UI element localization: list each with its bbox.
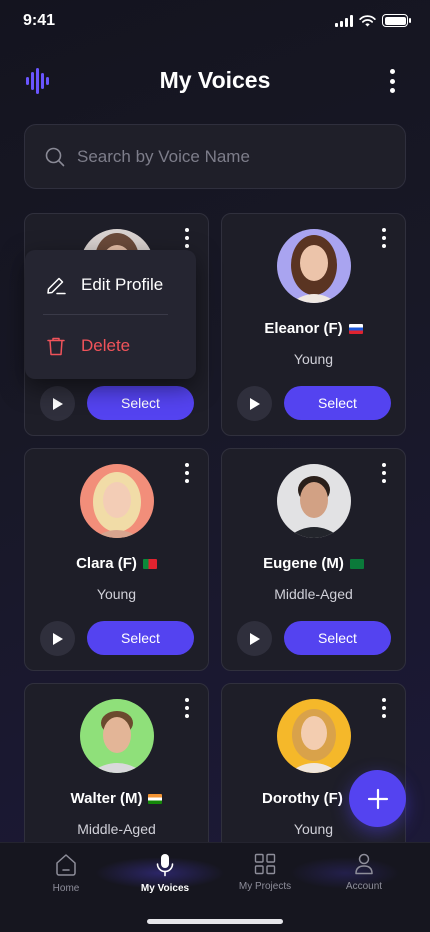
avatar (277, 699, 351, 773)
play-button[interactable] (40, 621, 75, 656)
card-context-menu: Edit Profile Delete (25, 250, 196, 379)
select-button[interactable]: Select (87, 621, 194, 655)
flag-india-icon (148, 793, 163, 804)
status-time: 9:41 (23, 12, 56, 29)
flag-portugal-icon (142, 558, 157, 569)
card-more-icon[interactable] (180, 463, 194, 483)
voice-name: Clara (F) (25, 555, 208, 572)
voice-age: Young (293, 351, 334, 367)
nav-my-projects[interactable]: My Projects (220, 853, 310, 892)
wifi-icon (359, 14, 376, 26)
menu-divider (43, 314, 168, 315)
app-header: My Voices (0, 56, 430, 104)
play-icon (249, 397, 260, 410)
plus-icon (367, 788, 388, 809)
select-button[interactable]: Select (284, 621, 391, 655)
play-button[interactable] (237, 386, 272, 421)
delete-menu-item[interactable]: Delete (25, 316, 196, 376)
grid-icon (254, 853, 276, 875)
battery-icon (382, 14, 411, 27)
status-icons (335, 14, 411, 27)
home-indicator (147, 919, 283, 924)
play-button[interactable] (40, 386, 75, 421)
play-button[interactable] (237, 621, 272, 656)
card-more-icon[interactable] (180, 228, 194, 248)
edit-profile-label: Edit Profile (81, 275, 164, 294)
avatar (277, 464, 351, 538)
card-more-icon[interactable] (377, 698, 391, 718)
nav-account[interactable]: Account (319, 853, 409, 892)
nav-home[interactable]: Home (21, 853, 111, 894)
card-more-icon[interactable] (377, 228, 391, 248)
voice-name: Eugene (M) (222, 555, 405, 572)
voice-card[interactable]: Eugene (M) Middle-Aged Select (221, 448, 406, 671)
play-icon (52, 397, 63, 410)
select-button[interactable]: Select (87, 386, 194, 420)
avatar (277, 229, 351, 303)
edit-profile-menu-item[interactable]: Edit Profile (25, 255, 196, 315)
voice-name: Eleanor (F) (222, 320, 405, 337)
voice-age: Middle-Aged (274, 586, 353, 602)
card-more-icon[interactable] (180, 698, 194, 718)
search-bar[interactable] (24, 124, 406, 189)
edit-pencil-icon (47, 277, 66, 295)
flag-saudi-arabia-icon (349, 558, 364, 569)
page-title: My Voices (159, 67, 271, 93)
voice-age: Middle-Aged (77, 821, 156, 837)
search-icon (45, 147, 65, 166)
select-button[interactable]: Select (284, 386, 391, 420)
more-vertical-icon[interactable] (382, 68, 402, 94)
user-icon (355, 853, 373, 875)
microphone-icon (156, 854, 174, 877)
delete-label: Delete (81, 336, 131, 355)
cellular-signal-icon (335, 14, 353, 27)
nav-my-voices[interactable]: My Voices (120, 853, 210, 894)
trash-icon (47, 337, 65, 356)
voice-card[interactable]: Eleanor (F) Young Select (221, 213, 406, 436)
card-more-icon[interactable] (377, 463, 391, 483)
avatar (80, 464, 154, 538)
voice-card[interactable]: Clara (F) Young Select (24, 448, 209, 671)
play-icon (249, 632, 260, 645)
voice-age: Young (96, 586, 137, 602)
voice-name: Walter (M) (25, 790, 208, 807)
flag-russia-icon (348, 323, 363, 334)
search-input[interactable] (77, 146, 377, 167)
status-bar: 9:41 (0, 0, 430, 44)
add-voice-button[interactable] (349, 770, 406, 827)
play-icon (52, 632, 63, 645)
home-icon (56, 854, 76, 876)
avatar (80, 699, 154, 773)
